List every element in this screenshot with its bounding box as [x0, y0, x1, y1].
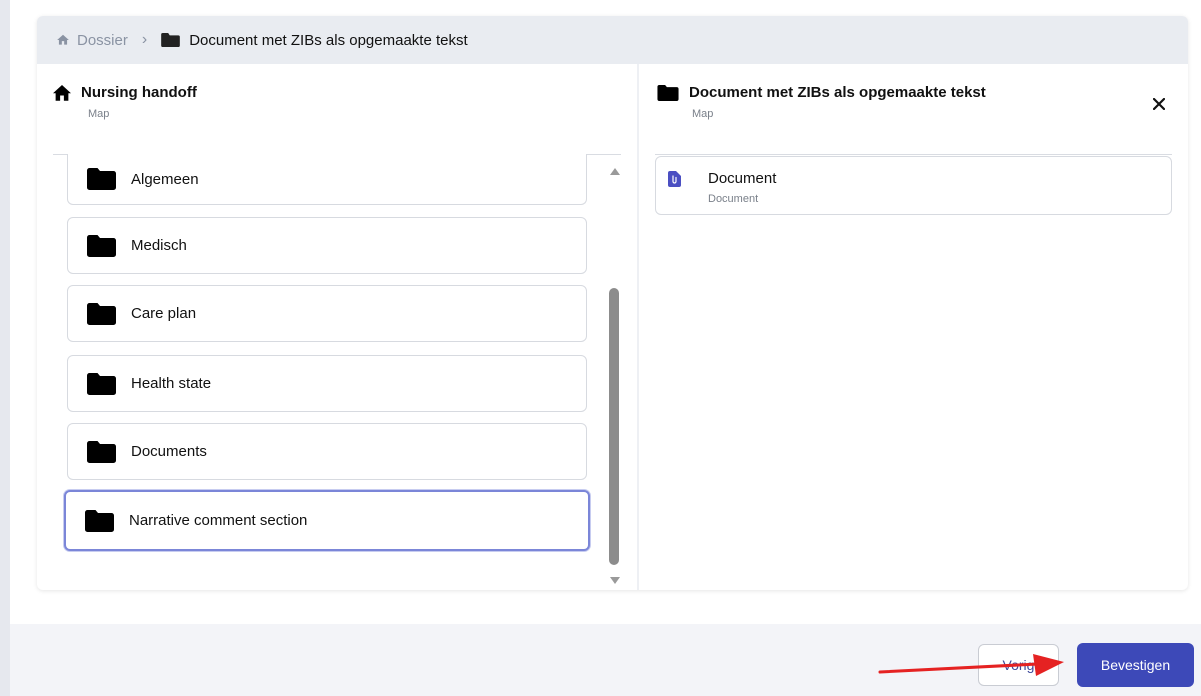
scroll-up-arrow-icon[interactable] — [610, 168, 620, 175]
home-icon — [57, 34, 69, 45]
left-panel-header: Nursing handoff Map — [53, 84, 197, 120]
folder-item-label: Care plan — [131, 305, 197, 322]
folder-icon — [657, 84, 679, 101]
folder-icon — [87, 440, 116, 463]
folder-item-algemeen[interactable]: Algemeen — [67, 154, 587, 205]
scroll-thumb[interactable] — [609, 288, 619, 565]
document-item-title: Document — [708, 170, 777, 187]
breadcrumb-root-label: Dossier — [77, 31, 128, 49]
breadcrumb: Dossier › Document met ZIBs als opgemaak… — [37, 16, 1188, 64]
right-panel: Document met ZIBs als opgemaakte tekst M… — [639, 64, 1188, 590]
left-panel: Nursing handoff Map Algemeen Medisch Car… — [37, 64, 637, 590]
breadcrumb-current: Document met ZIBs als opgemaakte tekst — [161, 31, 468, 49]
folder-icon — [161, 33, 181, 47]
left-panel-subtitle: Map — [88, 108, 110, 120]
document-file-icon — [668, 171, 681, 187]
breadcrumb-current-label: Document met ZIBs als opgemaakte tekst — [189, 31, 468, 49]
folder-list-scrollbar[interactable] — [607, 164, 621, 589]
close-button[interactable] — [1147, 92, 1171, 116]
left-edge — [0, 0, 10, 696]
right-panel-subtitle: Map — [692, 108, 714, 120]
folder-item-medisch[interactable]: Medisch — [67, 217, 587, 274]
folder-icon — [87, 372, 116, 395]
folder-icon — [87, 302, 116, 325]
folder-item-care-plan[interactable]: Care plan — [67, 285, 587, 342]
right-panel-divider — [655, 154, 1172, 155]
folder-picker-dialog: Dossier › Document met ZIBs als opgemaak… — [37, 16, 1188, 590]
folder-item-label: Medisch — [131, 237, 187, 254]
scroll-down-arrow-icon[interactable] — [610, 577, 620, 584]
left-panel-title: Nursing handoff — [81, 84, 197, 101]
folder-icon — [87, 168, 116, 190]
right-panel-title: Document met ZIBs als opgemaakte tekst — [689, 84, 986, 101]
folder-item-documents[interactable]: Documents — [67, 423, 587, 480]
breadcrumb-root[interactable]: Dossier — [56, 32, 128, 49]
right-panel-header: Document met ZIBs als opgemaakte tekst M… — [657, 84, 986, 120]
annotation-arrow-icon — [878, 654, 1064, 676]
document-item[interactable]: Document Document — [655, 156, 1172, 215]
close-icon — [1153, 98, 1165, 110]
folder-icon — [87, 234, 116, 257]
folder-item-label: Narrative comment section — [129, 512, 308, 529]
folder-item-label: Documents — [131, 443, 207, 460]
folder-icon — [85, 509, 114, 532]
confirm-button[interactable]: Bevestigen — [1077, 643, 1194, 687]
folder-item-label: Algemeen — [131, 170, 199, 188]
document-item-type: Document — [708, 193, 759, 205]
breadcrumb-separator: › — [141, 31, 148, 48]
folder-item-health-state[interactable]: Health state — [67, 355, 587, 412]
folder-item-narrative-comment-section[interactable]: Narrative comment section — [64, 490, 590, 551]
home-icon — [53, 85, 71, 101]
folder-item-label: Health state — [131, 375, 212, 392]
